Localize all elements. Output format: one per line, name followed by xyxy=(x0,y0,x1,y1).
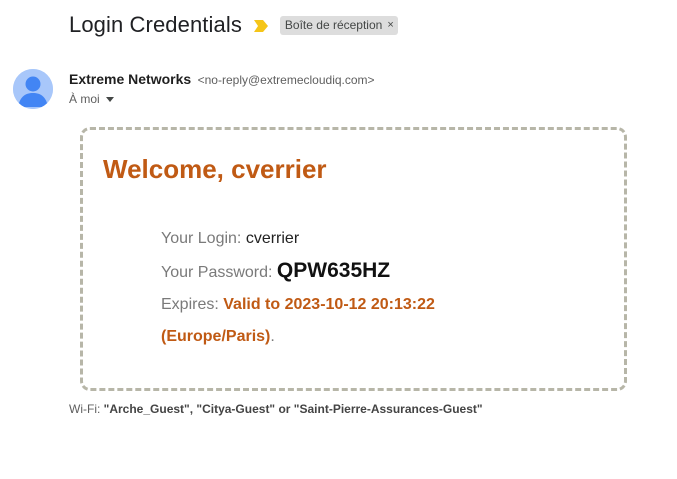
credentials-card: Welcome, cverrier Your Login: cverrier Y… xyxy=(80,127,627,391)
subject-row: Login Credentials Boîte de réception × xyxy=(69,12,398,38)
login-value: cverrier xyxy=(245,230,300,247)
email-view: Login Credentials Boîte de réception × E… xyxy=(0,0,677,479)
expires-field: Expires: Valid to 2023-10-12 20:13:22 xyxy=(161,296,435,314)
default-avatar-icon[interactable] xyxy=(13,69,53,109)
welcome-heading: Welcome, cverrier xyxy=(103,154,327,184)
timezone-suffix: . xyxy=(270,328,275,345)
inbox-label-text: Boîte de réception xyxy=(284,18,383,32)
importance-marker-icon[interactable] xyxy=(253,19,268,32)
login-field: Your Login: cverrier xyxy=(161,230,299,248)
sender-name[interactable]: Extreme Networks xyxy=(69,71,191,87)
wifi-label: Wi-Fi: xyxy=(69,402,104,416)
timezone-field: (Europe/Paris). xyxy=(161,328,275,346)
password-value: QPW635HZ xyxy=(276,259,391,282)
recipient-line[interactable]: À moi xyxy=(69,92,114,106)
timezone-value: (Europe/Paris) xyxy=(161,328,271,345)
password-field: Your Password: QPW635HZ xyxy=(161,259,390,283)
sender-line: Extreme Networks <no-reply@extremecloudi… xyxy=(69,71,375,89)
chevron-down-icon[interactable] xyxy=(105,96,114,102)
email-subject: Login Credentials xyxy=(69,12,242,37)
login-label: Your Login: xyxy=(161,230,246,247)
wifi-networks-line: Wi-Fi: "Arche_Guest", "Citya-Guest" or "… xyxy=(69,402,483,416)
expires-label: Expires: xyxy=(161,296,224,313)
expires-value: Valid to 2023-10-12 20:13:22 xyxy=(223,296,435,313)
sender-email: <no-reply@extremecloudiq.com> xyxy=(197,73,375,87)
recipient-text: À moi xyxy=(69,92,100,106)
remove-label-icon[interactable]: × xyxy=(387,19,393,31)
password-label: Your Password: xyxy=(161,264,277,281)
wifi-networks: "Arche_Guest", "Citya-Guest" or "Saint-P… xyxy=(103,402,483,416)
inbox-label-chip[interactable]: Boîte de réception × xyxy=(279,15,398,35)
